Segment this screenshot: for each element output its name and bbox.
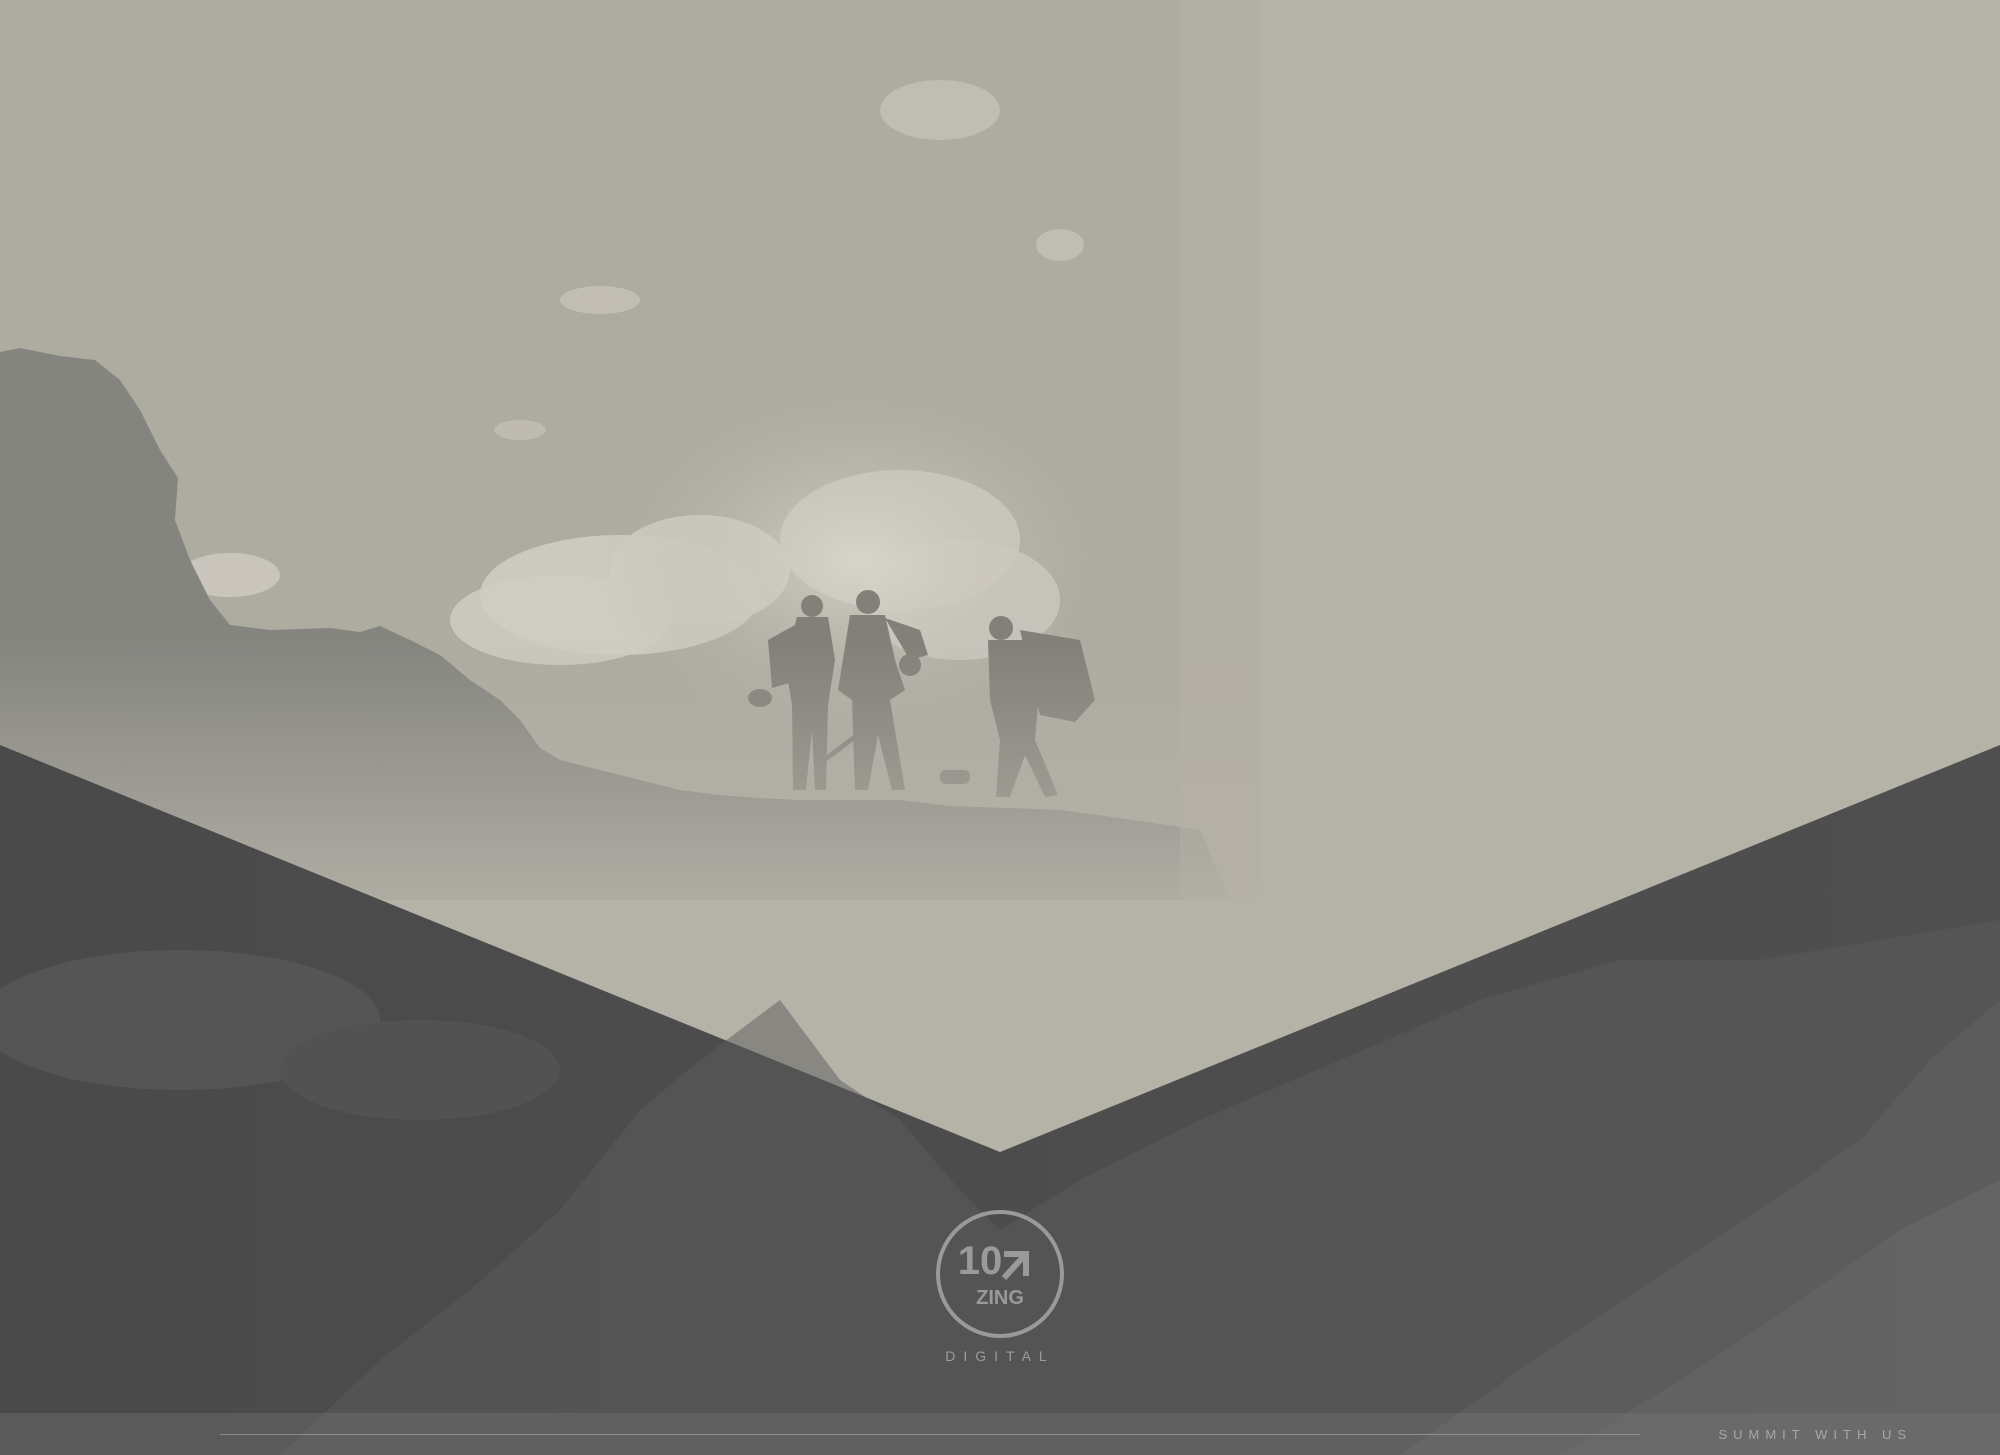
brand-wordmark: DIGITAL xyxy=(945,1348,1055,1364)
logo-badge: 10 ZING xyxy=(936,1210,1064,1338)
photo-edge-fade xyxy=(1180,0,1380,900)
logo-name: ZING xyxy=(976,1287,1024,1309)
arrow-up-right-icon xyxy=(1001,1251,1029,1281)
footer-tagline: SUMMIT WITH US xyxy=(1718,1427,1912,1442)
logo-number: 10 xyxy=(958,1239,1003,1283)
footer-divider xyxy=(220,1434,1640,1435)
zing-digital-logo-icon[interactable]: 10 ZING xyxy=(934,1208,1066,1340)
